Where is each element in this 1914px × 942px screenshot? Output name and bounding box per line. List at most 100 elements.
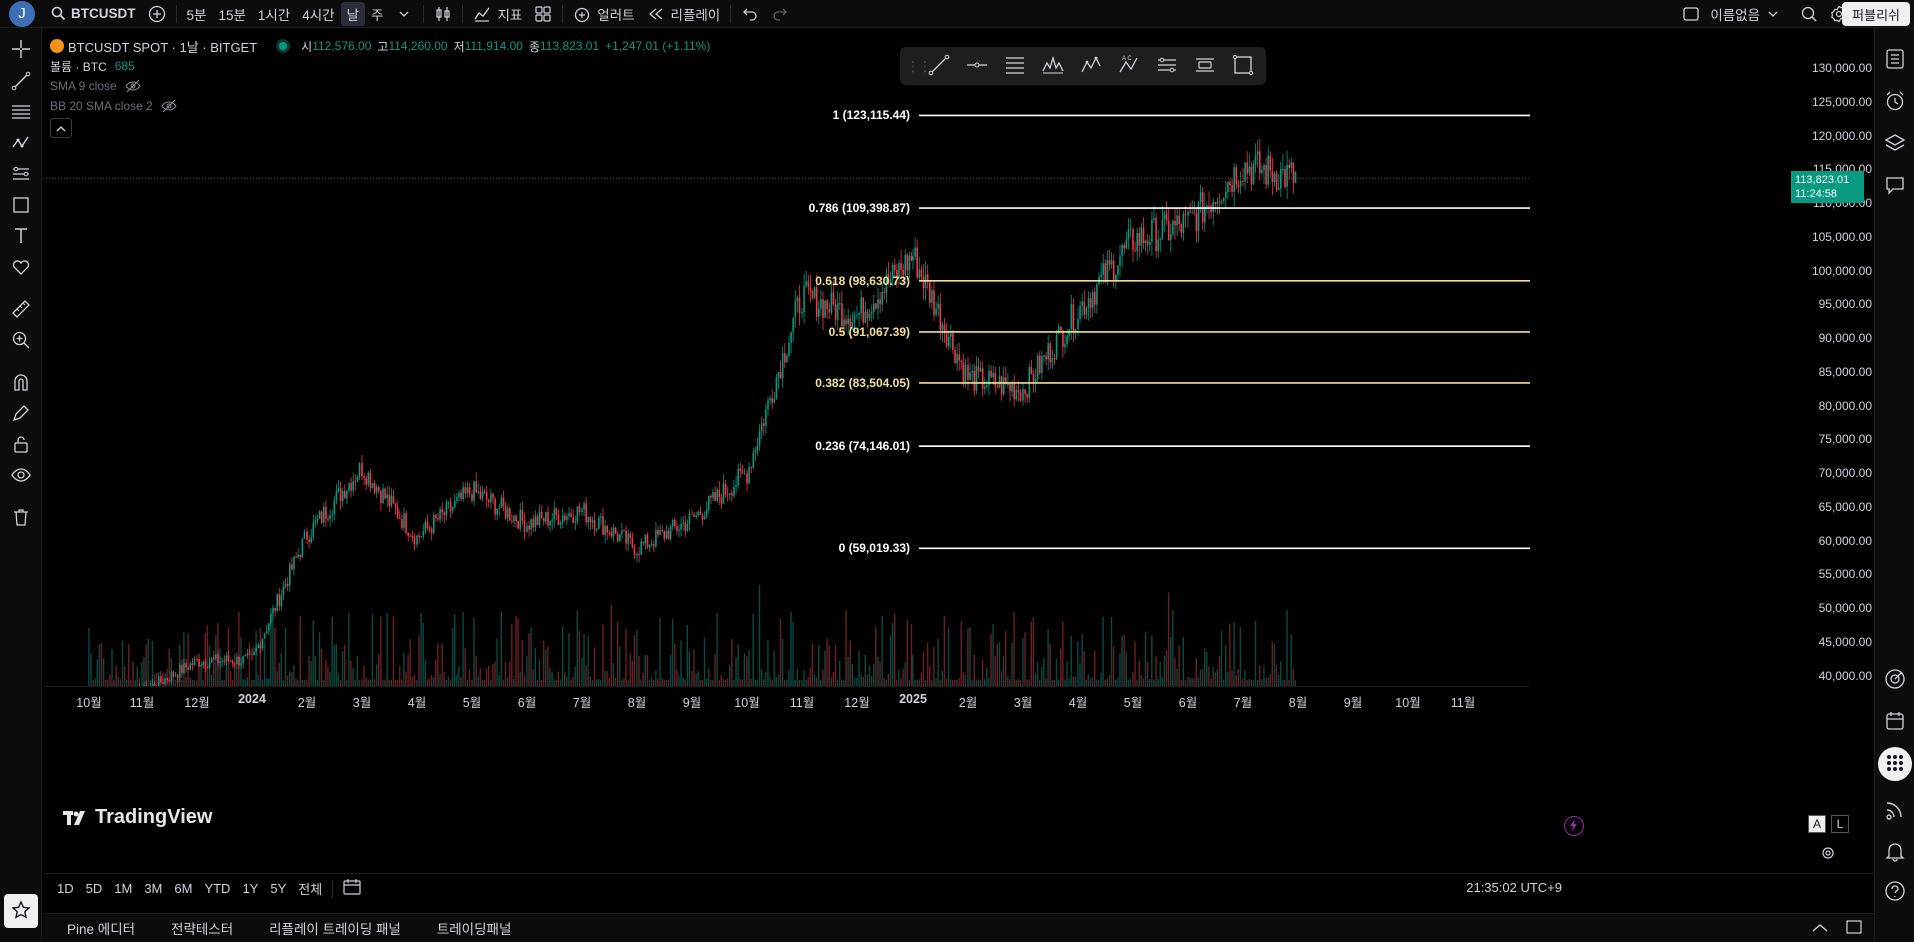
tab-strategy-tester[interactable]: 전략테스터	[147, 918, 245, 938]
hide-drawings-tool[interactable]	[9, 464, 33, 488]
interval-15m[interactable]: 15분	[212, 2, 251, 26]
candle-body	[270, 613, 272, 624]
layout-name-button[interactable]: 이름없음	[1676, 2, 1788, 26]
trendline-tool[interactable]	[9, 70, 33, 94]
interval-5m[interactable]: 5분	[181, 2, 213, 26]
symbol-search-button[interactable]: BTCUSDT	[43, 2, 142, 26]
fav-elliott-button[interactable]	[1072, 51, 1110, 81]
interval-day[interactable]: 날	[340, 1, 366, 26]
forecast-tool[interactable]	[9, 163, 33, 187]
redo-button[interactable]	[765, 2, 795, 26]
price-axis[interactable]: 130,000.00 125,000.00 120,000.00 115,000.00…	[1530, 28, 1874, 686]
user-avatar[interactable]: J	[9, 0, 35, 27]
magnet-tool[interactable]	[9, 371, 33, 395]
candle-body	[781, 353, 784, 379]
drawing-mode-tool[interactable]	[9, 402, 33, 426]
apps-button[interactable]	[1878, 747, 1912, 781]
legend-sma-row[interactable]: SMA 9 close	[50, 76, 710, 96]
range-1y[interactable]: 1Y	[236, 881, 264, 896]
help-button[interactable]	[1883, 880, 1907, 904]
range-ytd[interactable]: YTD	[198, 881, 236, 896]
alerts-button[interactable]	[1883, 90, 1907, 114]
tab-pine-editor[interactable]: Pine 에디터	[43, 918, 147, 938]
range-3m[interactable]: 3M	[138, 881, 168, 896]
interval-4h[interactable]: 4시간	[296, 2, 340, 26]
time-axis[interactable]: 10월 11월 12월 2024 2월 3월 4월 5월 6월 7월 8월 9월 10월 11월 12월 20…	[43, 686, 1530, 710]
quick-search-button[interactable]	[1794, 2, 1824, 26]
range-1d[interactable]: 1D	[51, 881, 80, 896]
undo-button[interactable]	[735, 2, 765, 26]
legend-volume-row[interactable]: 볼륨 · BTC 685	[50, 56, 710, 76]
remove-drawings-tool[interactable]	[9, 506, 33, 530]
range-5d[interactable]: 5D	[80, 881, 109, 896]
ideas-button[interactable]	[1883, 668, 1907, 692]
pattern-tool[interactable]	[9, 132, 33, 156]
range-5y[interactable]: 5Y	[264, 881, 292, 896]
volume-bar	[900, 678, 902, 686]
volume-bar	[1132, 671, 1134, 686]
notifications-button[interactable]	[1883, 840, 1907, 864]
candle-body	[301, 538, 304, 557]
candle-body	[918, 269, 921, 279]
range-6m[interactable]: 6M	[168, 881, 198, 896]
fav-horizontal-ray-button[interactable]	[958, 51, 996, 81]
fav-fib-button[interactable]	[996, 51, 1034, 81]
interval-dropdown[interactable]	[389, 2, 419, 26]
indicators-button[interactable]: 지표	[467, 2, 528, 26]
candle-body	[488, 499, 490, 503]
auto-scale-button[interactable]: A	[1808, 815, 1826, 833]
fav-trendline-button[interactable]	[920, 51, 958, 81]
text-tool[interactable]	[9, 225, 33, 249]
candle-body	[1000, 376, 1003, 395]
fib-tool[interactable]	[9, 101, 33, 125]
range-all[interactable]: 전체	[292, 879, 328, 898]
tab-replay-trading[interactable]: 리플레이 트레이딩 패널	[245, 918, 413, 938]
drag-handle[interactable]: ⋮⋮	[906, 58, 932, 75]
tab-trading-panel[interactable]: 트레이딩패널	[413, 918, 524, 938]
candle-body	[331, 514, 333, 516]
interval-week[interactable]: 주	[365, 2, 389, 26]
publish-button[interactable]: 퍼블리쉬	[1842, 2, 1910, 26]
fav-abc-button[interactable]: A C	[1110, 51, 1148, 81]
compare-symbol-button[interactable]	[142, 2, 172, 26]
axis-settings-button[interactable]	[1819, 845, 1837, 863]
interval-1h[interactable]: 1시간	[252, 2, 296, 26]
watchlist-star-button[interactable]	[4, 894, 38, 928]
maximize-panel-button[interactable]	[1846, 919, 1862, 937]
alert-button[interactable]: 얼러트	[567, 2, 640, 26]
streams-button[interactable]	[1883, 798, 1907, 822]
goto-date-button[interactable]	[337, 879, 367, 898]
fibonacci-retracement[interactable]	[919, 114, 1530, 550]
volume-bar	[655, 670, 657, 686]
object-tree-button[interactable]	[1883, 132, 1907, 156]
legend-main-row[interactable]: BTCUSDT SPOT · 1날 · BITGET 시 112,576.00 고…	[50, 36, 710, 56]
watchlist-button[interactable]	[1883, 48, 1907, 72]
eye-hidden-icon[interactable]	[125, 79, 141, 93]
timezone-clock[interactable]: 21:35:02 UTC+9	[1466, 880, 1562, 895]
log-scale-button[interactable]: L	[1831, 815, 1849, 833]
calendar-button[interactable]	[1883, 710, 1907, 734]
chart-type-button[interactable]	[428, 2, 458, 26]
legend-bb-row[interactable]: BB 20 SMA close 2	[50, 96, 710, 116]
replay-button[interactable]: 리플레이	[641, 2, 727, 26]
ohlc-close-label: 종	[528, 39, 540, 54]
zoom-tool[interactable]	[9, 329, 33, 353]
fav-forecast-button[interactable]	[1148, 51, 1186, 81]
favorites-tool[interactable]	[9, 256, 33, 280]
chats-button[interactable]	[1883, 174, 1907, 198]
fav-rectangle-button[interactable]	[1224, 51, 1262, 81]
fav-date-range-button[interactable]	[1186, 51, 1224, 81]
range-1m[interactable]: 1M	[108, 881, 138, 896]
expand-panel-button[interactable]	[1812, 921, 1828, 936]
lightning-button[interactable]	[1564, 816, 1584, 836]
fav-pattern-button[interactable]	[1034, 51, 1072, 81]
measure-tool[interactable]	[9, 298, 33, 322]
volume-bar	[883, 678, 885, 686]
volume-bar	[1144, 631, 1147, 686]
crosshair-tool[interactable]	[9, 38, 33, 62]
shapes-tool[interactable]	[9, 194, 33, 218]
collapse-legend-button[interactable]	[50, 118, 72, 138]
lock-drawings-tool[interactable]	[9, 433, 33, 457]
templates-button[interactable]	[528, 2, 558, 26]
eye-hidden-icon[interactable]	[161, 99, 177, 113]
